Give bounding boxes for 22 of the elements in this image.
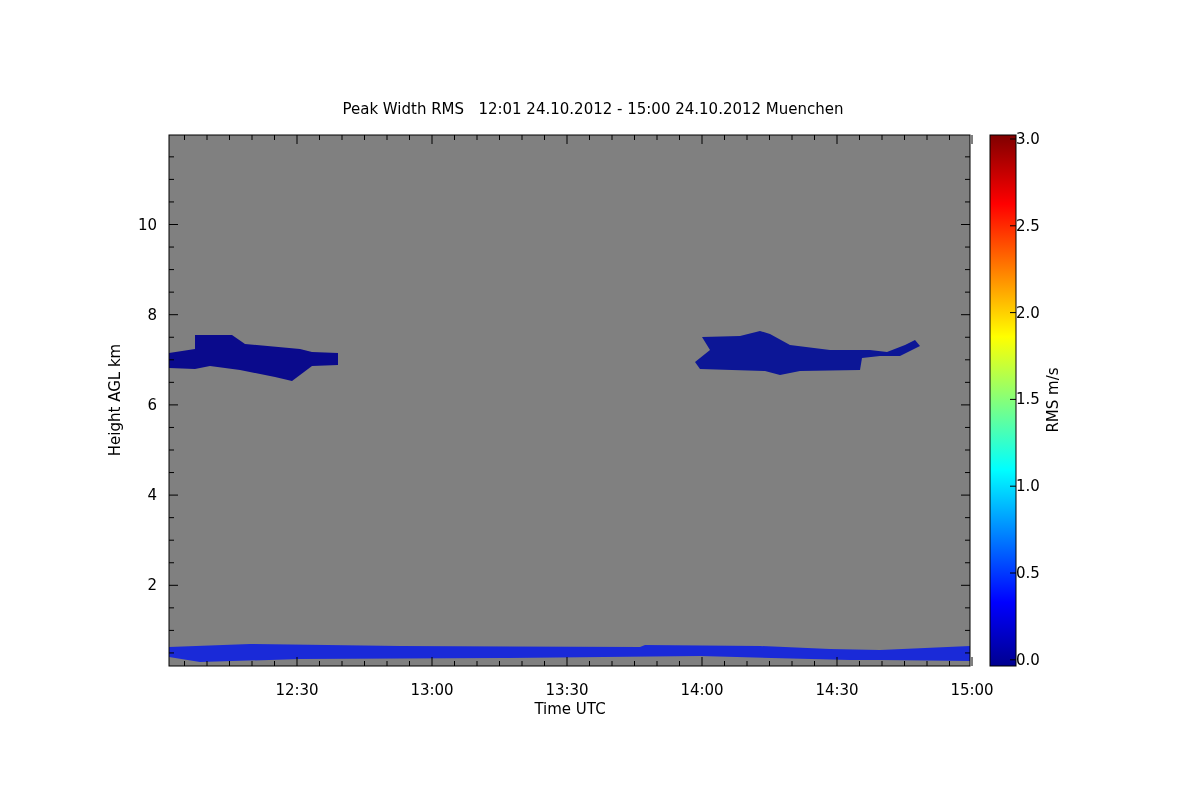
colorbar-tick-label: 1.0: [1016, 477, 1040, 496]
y-tick-label: 8: [147, 305, 157, 324]
x-tick-label: 12:30: [275, 681, 319, 699]
colorbar-tick-label: 0.5: [1016, 564, 1040, 582]
y-tick-label: 4: [147, 486, 157, 505]
colorbar-title: RMS m/s: [1044, 367, 1062, 433]
y-axis-label: Height AGL km: [106, 343, 124, 457]
x-tick-label: 13:30: [545, 681, 589, 699]
x-tick-label: 15:00: [950, 681, 994, 699]
colorbar-tick-label: 1.5: [1016, 390, 1040, 409]
x-axis-label: Time UTC: [534, 700, 606, 718]
colorbar-tick-label: 3.0: [1016, 130, 1040, 148]
colorbar-tick-label: 2.5: [1016, 216, 1040, 235]
x-tick-label: 14:30: [815, 681, 859, 699]
colorbar-tick-label: 2.0: [1016, 303, 1040, 322]
y-tick-label: 2: [147, 576, 157, 595]
y-tick-label: 10: [137, 215, 157, 234]
x-tick-label: 13:00: [410, 681, 454, 699]
chart-title: Peak Width RMS 12:01 24.10.2012 - 15:00 24.10.2012 Muenchen: [342, 100, 844, 118]
y-tick-label: 6: [147, 395, 157, 414]
x-tick-label: 14:00: [680, 681, 724, 699]
colorbar-tick-label: 0.0: [1016, 650, 1040, 669]
